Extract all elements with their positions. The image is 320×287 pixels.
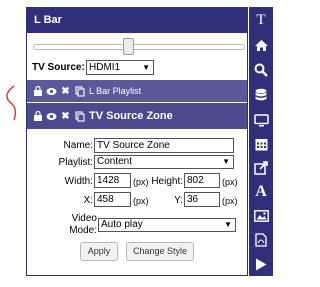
chevron-down-icon: ▼ (222, 157, 230, 166)
height-unit: (px) (222, 177, 238, 187)
image-icon[interactable] (249, 205, 273, 227)
height-label: Height: (151, 176, 183, 187)
width-unit: (px) (133, 177, 149, 187)
x-unit: (px) (133, 196, 149, 206)
width-label: Width: (64, 176, 93, 187)
video-mode-label-line2: Mode: (69, 225, 97, 236)
video-mode-value: Auto play (101, 219, 143, 230)
slider-thumb[interactable] (123, 38, 135, 55)
pdf-file-icon[interactable] (249, 229, 273, 251)
search-icon[interactable] (249, 59, 273, 81)
video-mode-label-line1: Video (71, 213, 97, 224)
zone-label: L Bar Playlist (89, 86, 142, 96)
zone-label: TV Source Zone (89, 110, 173, 122)
name-input[interactable]: TV Source Zone (94, 138, 234, 153)
width-input[interactable]: 1428 (94, 173, 131, 188)
external-link-icon[interactable] (249, 157, 273, 179)
tv-source-value: HDMI1 (89, 62, 121, 73)
delete-icon[interactable]: ✖ (59, 110, 72, 123)
lbar-panel: L Bar TV Source: HDMI1 ▼ ✖ L Bar Playlis… (26, 7, 248, 276)
delete-icon[interactable]: ✖ (59, 85, 72, 98)
eye-icon[interactable] (45, 110, 58, 123)
panel-title: L Bar (27, 8, 247, 33)
tv-source-select[interactable]: HDMI1 ▼ (86, 60, 154, 75)
chevron-down-icon: ▼ (224, 220, 232, 229)
x-label: X: (83, 195, 93, 206)
font-icon[interactable]: A (249, 181, 273, 203)
tv-source-label: TV Source: (32, 62, 85, 73)
copy-icon[interactable] (73, 85, 86, 98)
name-label: Name: (63, 140, 93, 151)
play-icon[interactable] (249, 253, 273, 275)
lock-icon[interactable] (31, 110, 44, 123)
change-style-button[interactable]: Change Style (126, 242, 194, 261)
text-icon[interactable]: T (249, 9, 273, 31)
tools-toolbar: T A (249, 7, 273, 276)
copy-icon[interactable] (73, 110, 86, 123)
lock-icon[interactable] (31, 85, 44, 98)
zone-row-tv-source[interactable]: ✖ TV Source Zone (27, 103, 247, 129)
playlist-value: Content (97, 156, 133, 167)
height-input[interactable]: 802 (184, 173, 220, 188)
database-icon[interactable] (249, 84, 273, 106)
chevron-down-icon: ▼ (142, 63, 150, 72)
home-icon[interactable] (249, 34, 273, 56)
zone-row-lbar-playlist[interactable]: ✖ L Bar Playlist (27, 80, 247, 102)
monitor-icon[interactable] (249, 109, 273, 131)
slider-track[interactable] (33, 44, 245, 50)
y-input[interactable]: 36 (184, 192, 220, 207)
apply-button[interactable]: Apply (80, 242, 118, 261)
playlist-label: Playlist: (58, 157, 93, 168)
playlist-select[interactable]: Content ▼ (94, 155, 234, 169)
calendar-icon[interactable] (249, 133, 273, 155)
annotation-mark (6, 85, 17, 121)
video-mode-select[interactable]: Auto play ▼ (98, 218, 236, 232)
eye-icon[interactable] (45, 85, 58, 98)
y-unit: (px) (222, 196, 238, 206)
zone-settings-form: Name: TV Source Zone Playlist: Content ▼… (27, 130, 247, 275)
y-label: Y: (174, 195, 183, 206)
x-input[interactable]: 458 (94, 192, 131, 207)
